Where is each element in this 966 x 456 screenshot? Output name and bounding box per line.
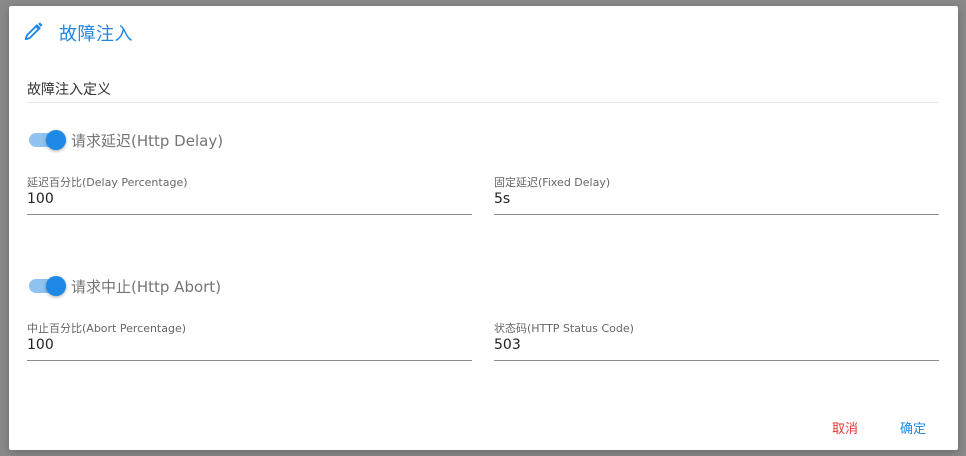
delay-toggle-row: 请求延迟(Http Delay) [29,128,223,152]
abort-percentage-field: 中止百分比(Abort Percentage) [27,320,472,361]
abort-toggle-switch[interactable] [29,276,66,296]
dialog-actions: 取消 确定 [802,414,938,441]
delay-percentage-label: 延迟百分比(Delay Percentage) [27,176,188,189]
delay-toggle-switch[interactable] [29,130,66,150]
dialog-header: 故障注入 [23,19,133,47]
fixed-delay-label: 固定延迟(Fixed Delay) [494,176,611,189]
status-code-field: 状态码(HTTP Status Code) [494,320,939,361]
status-code-label: 状态码(HTTP Status Code) [494,322,634,335]
section-header: 故障注入定义 [27,78,939,103]
delay-percentage-field: 延迟百分比(Delay Percentage) [27,174,472,215]
fault-injection-dialog: 故障注入 故障注入定义 请求延迟(Http Delay) 延迟百分比(Delay… [9,6,958,450]
abort-toggle-thumb[interactable] [46,276,66,296]
section-title: 故障注入定义 [27,82,111,98]
delay-toggle-thumb[interactable] [46,130,66,150]
cancel-button[interactable]: 取消 [820,414,870,441]
fixed-delay-field: 固定延迟(Fixed Delay) [494,174,939,215]
abort-toggle-label[interactable]: 请求中止(Http Abort) [71,276,221,297]
dialog-title: 故障注入 [59,24,133,45]
delay-toggle-label[interactable]: 请求延迟(Http Delay) [71,130,223,151]
status-code-input[interactable] [494,335,939,355]
abort-percentage-label: 中止百分比(Abort Percentage) [27,322,187,335]
abort-percentage-input[interactable] [27,335,472,355]
pencil-icon [23,20,59,46]
delay-percentage-input[interactable] [27,189,472,209]
confirm-button[interactable]: 确定 [888,414,938,441]
fixed-delay-input[interactable] [494,189,939,209]
abort-toggle-row: 请求中止(Http Abort) [29,274,221,298]
